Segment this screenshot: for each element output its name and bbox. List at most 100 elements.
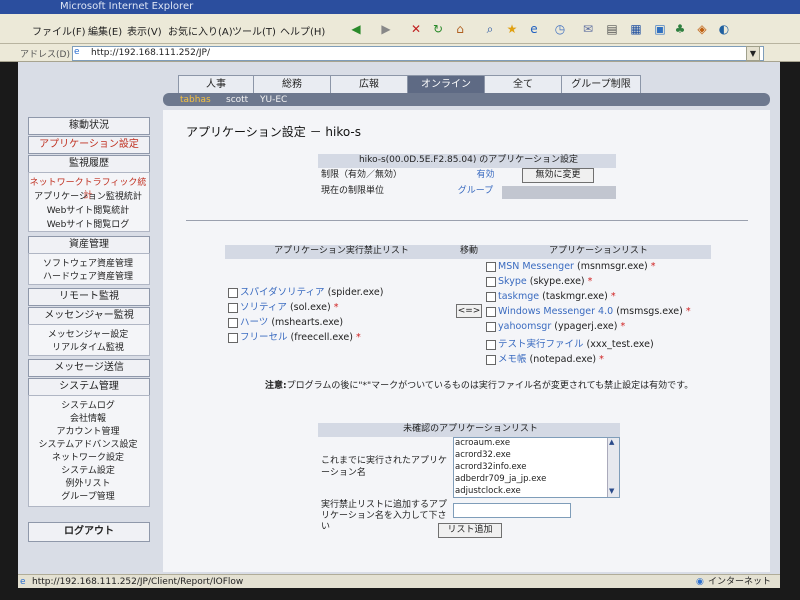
tab-online[interactable]: オンライン bbox=[407, 75, 485, 95]
home-icon[interactable]: ⌂ bbox=[452, 21, 468, 37]
app-item: Skype (skype.exe) * bbox=[486, 276, 592, 287]
sidebar-item-app-monitoring[interactable]: アプリケーション監視統計 bbox=[28, 189, 148, 202]
app-item: メモ帳 (notepad.exe) * bbox=[486, 351, 604, 365]
sidebar-head-assets[interactable]: 資産管理 bbox=[28, 236, 150, 254]
stop-icon[interactable]: ✕ bbox=[408, 21, 424, 37]
app-item: MSN Messenger (msnmsgr.exe) * bbox=[486, 261, 656, 272]
status-zone: インターネット bbox=[708, 577, 772, 587]
sidebar-item-messenger-settings[interactable]: メッセンジャー設定 bbox=[28, 327, 148, 340]
checkbox[interactable] bbox=[228, 317, 238, 328]
sidebar-item-account[interactable]: アカウント管理 bbox=[28, 424, 148, 437]
sidebar-head-remote[interactable]: リモート監視 bbox=[28, 288, 150, 306]
list-item[interactable]: adjustclock.exe bbox=[455, 486, 610, 496]
sidebar-item-web-log[interactable]: Webサイト閲覧ログ bbox=[28, 217, 148, 230]
sidebar-item-hardware-assets[interactable]: ハードウェア資産管理 bbox=[28, 269, 148, 282]
print-icon[interactable]: ▤ bbox=[604, 21, 620, 37]
forward-icon[interactable]: ▶ bbox=[378, 21, 394, 37]
sidebar-head-monitoring[interactable]: 監視履歴 bbox=[28, 155, 150, 173]
star-mark: * bbox=[620, 321, 626, 332]
menu-favorites[interactable]: お気に入り(A) bbox=[168, 23, 233, 38]
sidebar-item-advanced[interactable]: システムアドバンス設定 bbox=[28, 437, 148, 450]
checkbox[interactable] bbox=[228, 332, 238, 343]
list-item[interactable]: adberdr709_ja_jp.exe bbox=[455, 474, 610, 484]
search-icon[interactable]: ⌕ bbox=[482, 21, 498, 37]
address-input[interactable]: http://192.168.111.252/JP/ bbox=[72, 46, 764, 61]
window-title: Microsoft Internet Explorer bbox=[60, 1, 194, 12]
sidebar-item-software-assets[interactable]: ソフトウェア資産管理 bbox=[28, 256, 148, 269]
checkbox[interactable] bbox=[486, 306, 496, 317]
sidebar-item-company[interactable]: 会社情報 bbox=[28, 411, 148, 424]
back-icon[interactable]: ◀ bbox=[348, 21, 364, 37]
app-item: yahoomsgr (ypagerj.exe) * bbox=[486, 321, 625, 332]
sidebar-head-status[interactable]: 稼動状況 bbox=[28, 117, 150, 135]
add-list-button[interactable]: リスト追加 bbox=[438, 523, 502, 538]
extra-icon[interactable]: ◐ bbox=[716, 21, 732, 37]
scroll-up-icon[interactable]: ▲ bbox=[609, 438, 614, 446]
sidebar-item-system-log[interactable]: システムログ bbox=[28, 398, 148, 411]
sidebar-item-web-stats[interactable]: Webサイト閲覧統計 bbox=[28, 203, 148, 216]
app-list-header: アプリケーションリスト bbox=[483, 245, 711, 259]
limit-label: 制限（有効／無効） bbox=[318, 169, 448, 184]
discuss-icon[interactable]: ▣ bbox=[652, 21, 668, 37]
menu-help[interactable]: ヘルプ(H) bbox=[280, 23, 325, 38]
edit-icon[interactable]: ▦ bbox=[628, 21, 644, 37]
checkbox[interactable] bbox=[486, 354, 496, 365]
checkbox[interactable] bbox=[228, 302, 238, 313]
checkbox[interactable] bbox=[486, 339, 496, 350]
add-label: 実行禁止リストに追加するアプリケーション名を入力して下さい bbox=[321, 500, 448, 532]
sidebar-item-network[interactable]: ネットワーク設定 bbox=[28, 450, 148, 463]
list-item[interactable]: acrord32.exe bbox=[455, 450, 610, 460]
menu-edit[interactable]: 編集(E) bbox=[88, 23, 122, 38]
checkbox[interactable] bbox=[228, 287, 238, 298]
address-label: アドレス(D) bbox=[20, 50, 70, 60]
note-text: プログラムの後に"*"マークがついているものは実行ファイル名が変更されても禁止設… bbox=[286, 381, 694, 391]
checkbox[interactable] bbox=[486, 276, 496, 287]
sidebar-item-exceptions[interactable]: 例外リスト bbox=[28, 476, 148, 489]
sidebar-item-realtime[interactable]: リアルタイム監視 bbox=[28, 340, 148, 353]
subtab-user-2[interactable]: scott bbox=[226, 95, 248, 105]
subtab-user-3[interactable]: YU-EC bbox=[260, 95, 287, 105]
logout-button[interactable]: ログアウト bbox=[28, 522, 150, 542]
menu-file[interactable]: ファイル(F) bbox=[32, 23, 86, 38]
scroll-down-icon[interactable]: ▼ bbox=[609, 487, 614, 495]
sidebar-item-groups[interactable]: グループ管理 bbox=[28, 489, 148, 502]
tab-kouhou[interactable]: 広報 bbox=[330, 75, 408, 95]
media-icon[interactable]: e bbox=[526, 21, 542, 37]
tab-soumu[interactable]: 総務 bbox=[253, 75, 331, 95]
menu-view[interactable]: 表示(V) bbox=[127, 23, 162, 38]
disable-button[interactable]: 無効に変更 bbox=[522, 168, 594, 183]
star-mark: * bbox=[610, 291, 616, 302]
tab-jinji[interactable]: 人事 bbox=[178, 75, 254, 95]
sidebar-head-app-settings[interactable]: アプリケーション設定 bbox=[28, 136, 150, 154]
list-item[interactable]: acroaum.exe bbox=[455, 438, 610, 448]
menu-tools[interactable]: ツール(T) bbox=[232, 23, 276, 38]
app-item: Windows Messenger 4.0 (msmsgs.exe) * bbox=[486, 306, 691, 317]
checkbox[interactable] bbox=[486, 321, 496, 332]
app-item: テスト実行ファイル (xxx_test.exe) bbox=[486, 336, 654, 350]
history-icon[interactable]: ◷ bbox=[552, 21, 568, 37]
sidebar-item-system-settings[interactable]: システム設定 bbox=[28, 463, 148, 476]
checkbox[interactable] bbox=[486, 261, 496, 272]
tab-group-limit[interactable]: グループ制限 bbox=[561, 75, 641, 95]
research-icon[interactable]: ◈ bbox=[694, 21, 710, 37]
move-button[interactable]: <=> bbox=[456, 304, 482, 318]
star-mark: * bbox=[333, 302, 339, 313]
sidebar-head-send-message[interactable]: メッセージ送信 bbox=[28, 359, 150, 377]
sidebar-head-messenger[interactable]: メッセンジャー監視 bbox=[28, 307, 150, 325]
star-mark: * bbox=[587, 276, 593, 287]
mail-icon[interactable]: ✉ bbox=[580, 21, 596, 37]
note: 注意:プログラムの後に"*"マークがついているものは実行ファイル名が変更されても… bbox=[265, 378, 693, 391]
window-title-bar: Microsoft Internet Explorer bbox=[0, 0, 800, 14]
star-mark: * bbox=[599, 354, 604, 365]
favorites-icon[interactable]: ★ bbox=[504, 21, 520, 37]
messenger-icon[interactable]: ♣ bbox=[672, 21, 688, 37]
tab-all[interactable]: 全て bbox=[484, 75, 562, 95]
checkbox[interactable] bbox=[486, 291, 496, 302]
add-app-input[interactable] bbox=[453, 503, 571, 518]
sidebar-head-system[interactable]: システム管理 bbox=[28, 378, 150, 396]
address-dropdown-icon[interactable]: ▼ bbox=[746, 46, 760, 61]
refresh-icon[interactable]: ↻ bbox=[430, 21, 446, 37]
subtab-user-1[interactable]: tabhas bbox=[180, 95, 211, 105]
globe-icon: ◉ bbox=[696, 577, 704, 587]
list-item[interactable]: acrord32info.exe bbox=[455, 462, 610, 472]
